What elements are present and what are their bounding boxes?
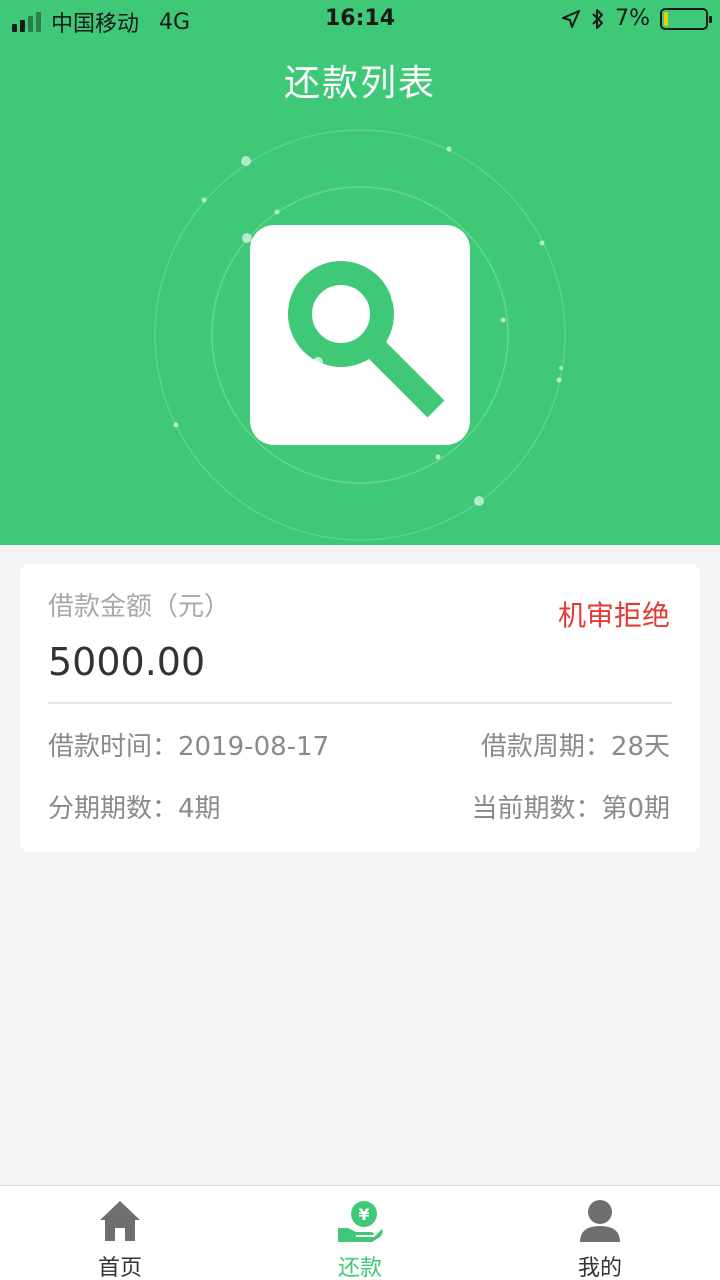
user-icon <box>580 1200 620 1242</box>
tab-repay-label: 还款 <box>337 1256 382 1280</box>
repay-icon: ¥ <box>338 1201 383 1242</box>
amount-label: 借款金额（元） <box>48 592 231 622</box>
page-title: 还款列表 <box>283 63 436 104</box>
amount-value: 5000.00 <box>48 640 206 684</box>
tab-bar: 首页 ¥ 还款 我的 <box>0 1185 720 1280</box>
battery-icon <box>660 7 712 30</box>
loan-period: 借款周期：28天 <box>481 726 670 763</box>
loan-card[interactable]: 借款金额（元） 机审拒绝 5000.00 借款时间：2019-08-17 借款周… <box>20 564 700 852</box>
installments: 分期期数：4期 <box>48 788 221 825</box>
current-period-label: 当前期数： <box>471 794 602 824</box>
divider <box>48 702 672 704</box>
tab-repay[interactable]: ¥ 还款 <box>240 1186 480 1280</box>
bluetooth-icon <box>592 8 604 29</box>
current-period: 当前期数：第0期 <box>471 788 670 825</box>
tab-mine[interactable]: 我的 <box>480 1186 720 1280</box>
installments-label: 分期期数： <box>48 794 179 824</box>
installments-value: 4期 <box>178 794 221 824</box>
loan-period-value: 28天 <box>610 732 670 762</box>
status-bar: 中国移动 4G 16:14 7% <box>0 0 720 40</box>
location-arrow-icon <box>562 9 581 28</box>
svg-text:¥: ¥ <box>358 1205 369 1224</box>
loan-time-value: 2019-08-17 <box>178 732 330 762</box>
search-tile <box>250 225 470 445</box>
tab-mine-label: 我的 <box>577 1256 622 1280</box>
loan-time: 借款时间：2019-08-17 <box>48 726 329 763</box>
loan-period-label: 借款周期： <box>480 732 611 762</box>
home-icon <box>100 1201 140 1241</box>
current-period-value: 第0期 <box>601 794 670 824</box>
battery-percent: 7% <box>615 6 650 31</box>
hero-banner: 中国移动 4G 16:14 7% 还款列表 <box>0 0 720 545</box>
tab-home[interactable]: 首页 <box>0 1186 240 1280</box>
tab-home-label: 首页 <box>97 1256 142 1280</box>
status-badge: 机审拒绝 <box>557 599 670 632</box>
loan-time-label: 借款时间： <box>48 732 179 762</box>
